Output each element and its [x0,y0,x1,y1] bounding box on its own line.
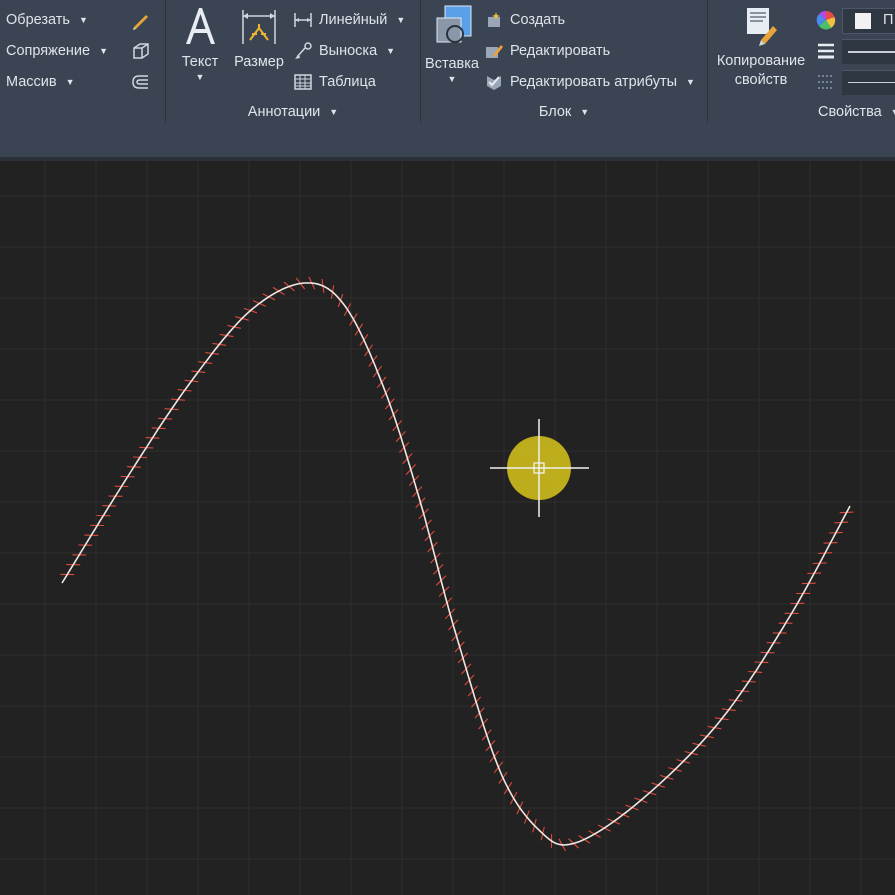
insert-dropdown-arrow[interactable]: ▼ [425,74,479,84]
lineweight-select[interactable] [842,39,895,64]
trim-button[interactable]: Обрезать ▼ [6,8,88,32]
text-dropdown-arrow[interactable]: ▼ [178,72,222,82]
array-dropdown-arrow[interactable]: ▼ [66,77,75,87]
array-label: Массив [6,74,57,90]
edit-block-icon [486,45,503,58]
spline-hatch-marks [60,276,854,852]
match-properties-button[interactable]: Копирование свойств [710,4,812,90]
edit-attributes-dropdown-arrow[interactable]: ▼ [686,77,695,87]
lineweight-icon[interactable] [816,41,836,61]
edit-attributes-button[interactable]: Редактировать атрибуты ▼ [484,70,695,94]
leader-icon [295,42,312,59]
drawing-canvas[interactable] [0,161,895,895]
array-button[interactable]: Массив ▼ [6,70,75,94]
edit-block-label: Редактировать [510,43,611,59]
color-select-label: П [883,12,894,28]
annotation-panel: Текст ▼ Размер Линейный ▼ Выноска ▼ Табл… [166,0,420,123]
table-icon [294,74,312,90]
leader-label: Выноска [319,43,378,59]
text-button[interactable]: Текст ▼ [178,4,222,82]
fillet-button[interactable]: Сопряжение ▼ [6,39,108,63]
table-label: Таблица [319,74,376,90]
dimension-button[interactable]: Размер [232,4,286,70]
create-block-button[interactable]: Создать [484,8,565,32]
color-select[interactable]: П [842,8,895,34]
leader-dropdown-arrow[interactable]: ▼ [386,46,395,56]
pencil-icon[interactable] [130,9,152,31]
edit-attributes-icon [487,76,501,90]
linear-dimension-icon [294,13,312,27]
insert-block-icon [436,5,472,43]
trim-dropdown-arrow[interactable]: ▼ [79,15,88,25]
offset-icon[interactable] [130,71,152,93]
trim-label: Обрезать [6,12,70,28]
insert-button[interactable]: Вставка ▼ [425,4,479,84]
3d-box-icon[interactable] [130,40,152,62]
linear-button[interactable]: Линейный ▼ [293,8,405,32]
spline-curve[interactable] [61,282,851,846]
drawing-grid [0,161,895,895]
create-block-icon [488,12,500,27]
modify-panel: Обрезать ▼ Сопряжение ▼ Массив ▼ [0,0,165,123]
text-label: Текст [181,54,219,70]
annotation-panel-title[interactable]: Аннотации ▼ [166,102,420,122]
block-panel: Вставка ▼ Создать Редактировать Редактир… [421,0,707,123]
block-expand-arrow[interactable]: ▼ [580,107,589,117]
match-properties-label-line1: Копирование [716,53,806,69]
properties-panel-title[interactable]: Свойства ▼ [800,102,895,122]
dimension-icon [242,10,276,44]
text-a-icon [186,8,215,44]
fillet-dropdown-arrow[interactable]: ▼ [99,46,108,56]
match-properties-icon [747,8,777,46]
insert-label: Вставка [425,56,479,72]
linear-dropdown-arrow[interactable]: ▼ [396,15,405,25]
match-properties-label-line2: свойств [734,72,788,88]
white-color-swatch [855,13,871,29]
create-block-label: Создать [510,12,566,28]
linetype-preview [848,82,895,83]
annotation-title-label: Аннотации [247,104,321,120]
dimension-label: Размер [234,54,284,70]
linetype-icon[interactable] [816,72,836,92]
lineweight-preview [848,51,895,53]
annotation-expand-arrow[interactable]: ▼ [329,107,338,117]
edit-attributes-label: Редактировать атрибуты [510,74,678,90]
properties-panel: Копирование свойств П Свойства [708,0,895,123]
edit-block-button[interactable]: Редактировать [484,39,610,63]
block-panel-title[interactable]: Блок ▼ [421,102,707,122]
block-title-label: Блок [538,104,572,120]
ribbon: Обрезать ▼ Сопряжение ▼ Массив ▼ Текст ▼… [0,0,895,123]
fillet-label: Сопряжение [6,43,91,59]
file-tabs-strip [0,123,895,157]
properties-title-label: Свойства [818,104,882,120]
color-wheel-icon[interactable] [816,10,836,30]
leader-button[interactable]: Выноска ▼ [293,39,395,63]
linear-label: Линейный [319,12,388,28]
linetype-select[interactable] [842,70,895,95]
properties-expand-arrow[interactable]: ▼ [891,107,895,117]
table-button[interactable]: Таблица [293,70,376,94]
